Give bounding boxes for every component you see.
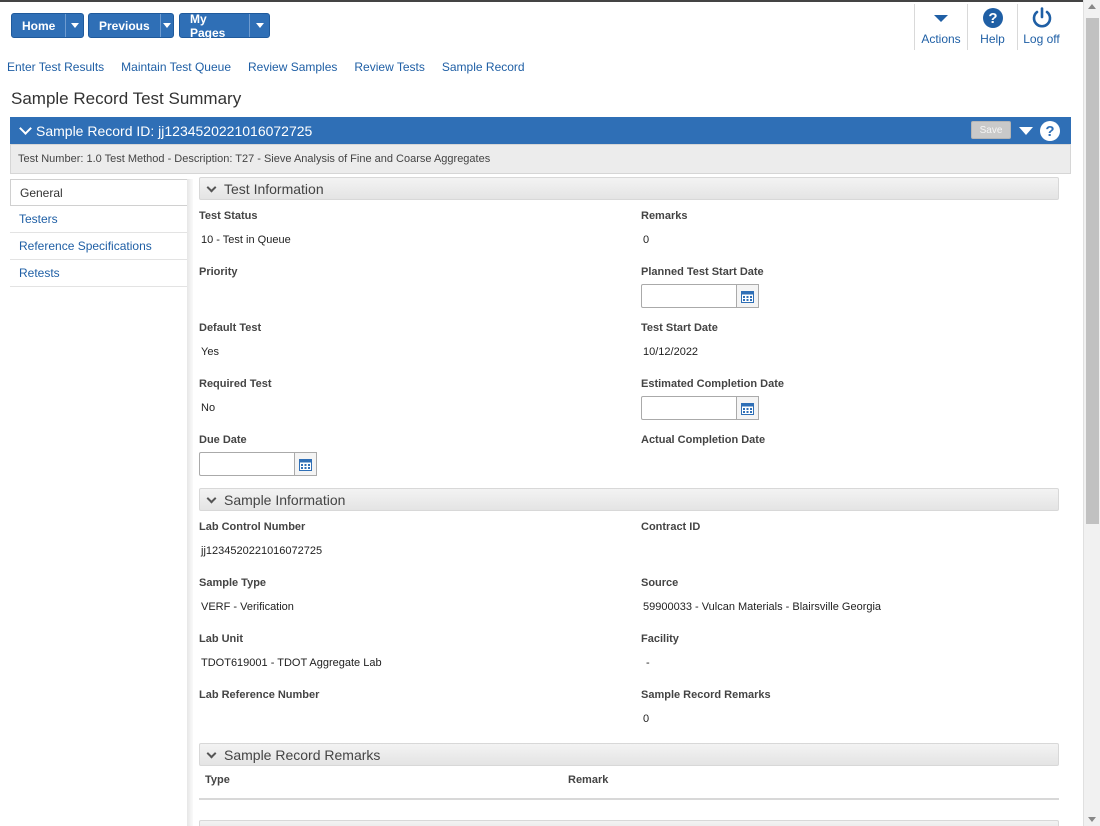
svg-text:?: ? (988, 10, 997, 27)
required-test-label: Required Test (199, 378, 272, 390)
calendar-icon[interactable] (737, 284, 759, 308)
actions-caret-icon[interactable] (934, 4, 948, 32)
quick-links: Enter Test Results Maintain Test Queue R… (7, 60, 542, 74)
contract-id-label: Contract ID (641, 521, 701, 533)
est-completion-label: Estimated Completion Date (641, 378, 785, 390)
sample-record-remarks-label: Sample Record Remarks (641, 689, 771, 701)
scroll-up-icon[interactable] (1088, 4, 1096, 9)
due-date-label: Due Date (199, 434, 247, 446)
test-start-value: 10/12/2022 (643, 346, 699, 358)
vertical-scrollbar[interactable] (1083, 0, 1100, 826)
sample-type-value: VERF - Verification (201, 601, 294, 613)
lab-reference-label: Lab Reference Number (199, 689, 320, 701)
menu-item-testers[interactable]: Testers (10, 206, 187, 233)
default-test-label: Default Test (199, 322, 262, 334)
chevron-down-icon[interactable] (19, 122, 32, 135)
calendar-icon[interactable] (295, 452, 317, 476)
source-label: Source (641, 577, 679, 589)
test-description-bar: Test Number: 1.0 Test Method - Descripti… (10, 144, 1071, 174)
calendar-icon[interactable] (737, 396, 759, 420)
test-description: Test Number: 1.0 Test Method - Descripti… (18, 153, 491, 165)
previous-label[interactable]: Previous (89, 14, 160, 37)
record-actions-caret-icon[interactable] (1019, 127, 1033, 135)
menu-divider (187, 179, 193, 826)
link-review-tests[interactable]: Review Tests (354, 60, 424, 74)
help-menu[interactable]: ? Help (967, 4, 1017, 50)
link-sample-record[interactable]: Sample Record (442, 60, 525, 74)
home-label[interactable]: Home (12, 14, 65, 37)
actions-menu[interactable]: Actions (914, 4, 967, 50)
required-test-value: No (201, 402, 216, 414)
test-information-header[interactable]: Test Information (199, 177, 1059, 200)
chevron-down-icon[interactable] (206, 182, 217, 192)
sample-information-header[interactable]: Sample Information (199, 488, 1059, 511)
my-pages-button[interactable]: My Pages (179, 12, 270, 40)
record-header-toggle[interactable]: Sample Record ID: jj1234520221016072725 (18, 122, 313, 139)
menu-item-general[interactable]: General (10, 179, 187, 206)
help-icon[interactable]: ? (982, 4, 1004, 32)
chevron-down-icon[interactable] (206, 493, 217, 503)
test-status-value: 10 - Test in Queue (201, 234, 291, 246)
power-icon[interactable] (1031, 4, 1053, 32)
lab-control-label: Lab Control Number (199, 521, 306, 533)
scroll-down-icon[interactable] (1088, 817, 1096, 822)
source-value: 59900033 - Vulcan Materials - Blairsvill… (643, 601, 882, 613)
left-menu: General Testers Reference Specifications… (10, 179, 187, 287)
record-help-icon[interactable]: ? (1040, 121, 1060, 141)
column-header-remark[interactable]: Remark (568, 774, 608, 786)
column-header-type[interactable]: Type (205, 774, 230, 786)
lab-unit-label: Lab Unit (199, 633, 243, 645)
test-start-label: Test Start Date (641, 322, 718, 334)
lab-control-value: jj1234520221016072725 (201, 545, 323, 557)
my-pages-label[interactable]: My Pages (180, 12, 249, 40)
facility-label: Facility (641, 633, 679, 645)
sample-type-label: Sample Type (199, 577, 267, 589)
menu-item-reference-specifications[interactable]: Reference Specifications (10, 233, 187, 260)
table-divider (199, 798, 1059, 800)
actual-completion-label: Actual Completion Date (641, 434, 766, 446)
help-label[interactable]: Help (980, 32, 1005, 46)
home-dropdown-icon[interactable] (65, 14, 83, 37)
est-completion-date-input[interactable] (641, 396, 737, 420)
save-button[interactable]: Save (971, 121, 1011, 139)
est-completion-date-field[interactable] (641, 396, 759, 420)
planned-start-label: Planned Test Start Date (641, 266, 764, 278)
due-date-field[interactable] (199, 452, 317, 476)
link-review-samples[interactable]: Review Samples (248, 60, 337, 74)
record-title: Sample Record ID: jj1234520221016072725 (36, 122, 313, 139)
remarks-value: 0 (643, 234, 650, 246)
default-test-value: Yes (201, 346, 219, 358)
top-toolbar: Home Previous My Pages Actions ? Help Lo… (0, 0, 1083, 50)
sample-record-remarks-header[interactable]: Sample Record Remarks (199, 743, 1059, 766)
actions-label[interactable]: Actions (921, 32, 960, 46)
link-enter-test-results[interactable]: Enter Test Results (7, 60, 104, 74)
next-section-header[interactable] (199, 820, 1059, 826)
planned-start-date-input[interactable] (641, 284, 737, 308)
facility-value: - (646, 657, 650, 669)
logoff-label[interactable]: Log off (1023, 32, 1059, 46)
section-title: Test Information (224, 180, 324, 197)
sample-record-remarks-value: 0 (643, 713, 650, 725)
link-maintain-test-queue[interactable]: Maintain Test Queue (121, 60, 231, 74)
priority-label: Priority (199, 266, 238, 278)
page-title: Sample Record Test Summary (11, 89, 242, 108)
lab-unit-value: TDOT619001 - TDOT Aggregate Lab (201, 657, 382, 669)
record-header: Sample Record ID: jj1234520221016072725 … (10, 117, 1071, 144)
remarks-label: Remarks (641, 210, 688, 222)
section-title: Sample Information (224, 491, 346, 508)
my-pages-dropdown-icon[interactable] (249, 14, 269, 37)
planned-start-date-field[interactable] (641, 284, 759, 308)
chevron-down-icon[interactable] (206, 748, 217, 758)
previous-dropdown-icon[interactable] (159, 14, 173, 37)
home-button[interactable]: Home (11, 13, 84, 38)
menu-item-retests[interactable]: Retests (10, 260, 187, 287)
scrollbar-thumb[interactable] (1086, 18, 1099, 524)
previous-button[interactable]: Previous (88, 13, 174, 38)
test-status-label: Test Status (199, 210, 258, 222)
due-date-input[interactable] (199, 452, 295, 476)
section-title: Sample Record Remarks (224, 746, 381, 763)
logoff-menu[interactable]: Log off (1017, 4, 1065, 50)
